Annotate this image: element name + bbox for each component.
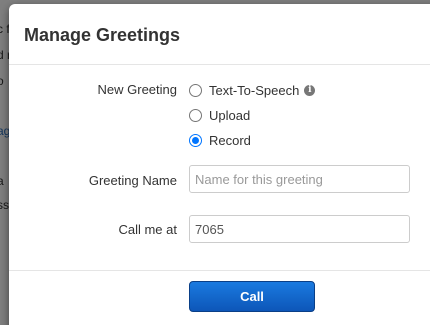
info-icon[interactable]: i <box>304 84 316 96</box>
radio-upload[interactable]: Upload <box>189 106 250 124</box>
radio-button[interactable] <box>189 108 202 122</box>
radio-label: Text-To-Speech <box>209 82 300 98</box>
call-button[interactable]: Call <box>189 281 315 312</box>
radio-record[interactable]: Record <box>189 131 251 149</box>
new-greeting-label: New Greeting <box>97 82 177 97</box>
greeting-name-input[interactable] <box>189 165 410 193</box>
phone-number-input[interactable] <box>189 215 410 243</box>
radio-label: Upload <box>209 107 251 123</box>
manage-greetings-dialog: Manage Greetings New Greeting Text-To-Sp… <box>9 4 430 325</box>
radio-label: Record <box>209 132 251 148</box>
call-me-at-label: Call me at <box>118 222 177 237</box>
modal-header: Manage Greetings <box>9 4 430 65</box>
radio-text-to-speech[interactable]: Text-To-Speech i <box>189 81 316 99</box>
greeting-name-label: Greeting Name <box>88 173 177 188</box>
radio-button-selected[interactable] <box>189 133 202 147</box>
radio-button[interactable] <box>189 83 202 97</box>
modal-title: Manage Greetings <box>24 25 181 45</box>
